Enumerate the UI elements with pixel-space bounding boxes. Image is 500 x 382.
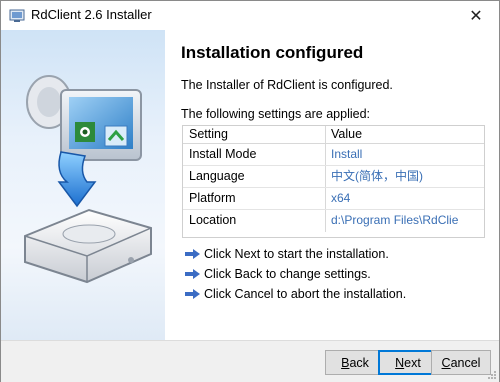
setting-value: 中文(简体，中国) <box>331 169 423 183</box>
window-title: RdClient 2.6 Installer <box>31 7 152 22</box>
table-row[interactable]: Location d:\Program Files\RdClie <box>183 210 484 232</box>
back-button[interactable]: Back <box>325 350 385 375</box>
close-button[interactable]: ✕ <box>453 1 499 30</box>
table-row[interactable]: Platform x64 <box>183 188 484 210</box>
next-button[interactable]: Next <box>378 350 438 375</box>
table-header: Setting Value <box>183 126 484 144</box>
resize-grip-icon[interactable] <box>487 370 497 380</box>
column-header-value[interactable]: Value <box>326 126 484 143</box>
cancel-label: ancel <box>450 355 481 370</box>
list-item: Click Back to change settings. <box>185 264 406 284</box>
arrow-right-icon <box>185 269 200 279</box>
instruction-text: Click Cancel to abort the installation. <box>204 287 407 301</box>
setting-name: Location <box>183 210 326 232</box>
column-header-setting[interactable]: Setting <box>183 126 326 143</box>
configured-text: The Installer of RdClient is configured. <box>181 78 393 92</box>
installer-window: RdClient 2.6 Installer ✕ Installation co… <box>0 0 500 382</box>
settings-intro: The following settings are applied: <box>181 107 371 121</box>
setting-name: Language <box>183 166 326 187</box>
cancel-button[interactable]: Cancel <box>431 350 491 375</box>
close-icon: ✕ <box>469 7 483 25</box>
arrow-right-icon <box>185 289 200 299</box>
side-banner <box>1 30 165 340</box>
instruction-text: Click Next to start the installation. <box>204 247 389 261</box>
back-accel: B <box>341 355 350 370</box>
back-label: ack <box>349 355 369 370</box>
summary-content: Installation configured The Installer of… <box>165 30 499 340</box>
table-row[interactable]: Language 中文(简体，中国) <box>183 166 484 188</box>
arrow-right-icon <box>185 249 200 259</box>
setting-name: Platform <box>183 188 326 209</box>
instruction-list: Click Next to start the installation. Cl… <box>185 244 406 304</box>
title-bar[interactable]: RdClient 2.6 Installer ✕ <box>1 1 499 30</box>
page-title: Installation configured <box>181 43 364 62</box>
setting-name: Install Mode <box>183 144 326 165</box>
setting-value: x64 <box>331 191 351 205</box>
table-row[interactable]: Install Mode Install <box>183 144 484 166</box>
setting-value: Install <box>331 147 363 161</box>
cancel-accel: C <box>441 355 451 370</box>
settings-table: Setting Value Install Mode Install Langu… <box>182 125 485 238</box>
setting-value: d:\Program Files\RdClie <box>331 213 459 227</box>
next-label: ext <box>404 355 421 370</box>
instruction-text: Click Back to change settings. <box>204 267 371 281</box>
installer-app-icon <box>9 9 25 22</box>
button-bar: Back Next Cancel <box>1 340 499 382</box>
list-item: Click Cancel to abort the installation. <box>185 284 406 304</box>
next-accel: N <box>395 355 405 370</box>
list-item: Click Next to start the installation. <box>185 244 406 264</box>
install-disk-illustration <box>24 75 152 284</box>
